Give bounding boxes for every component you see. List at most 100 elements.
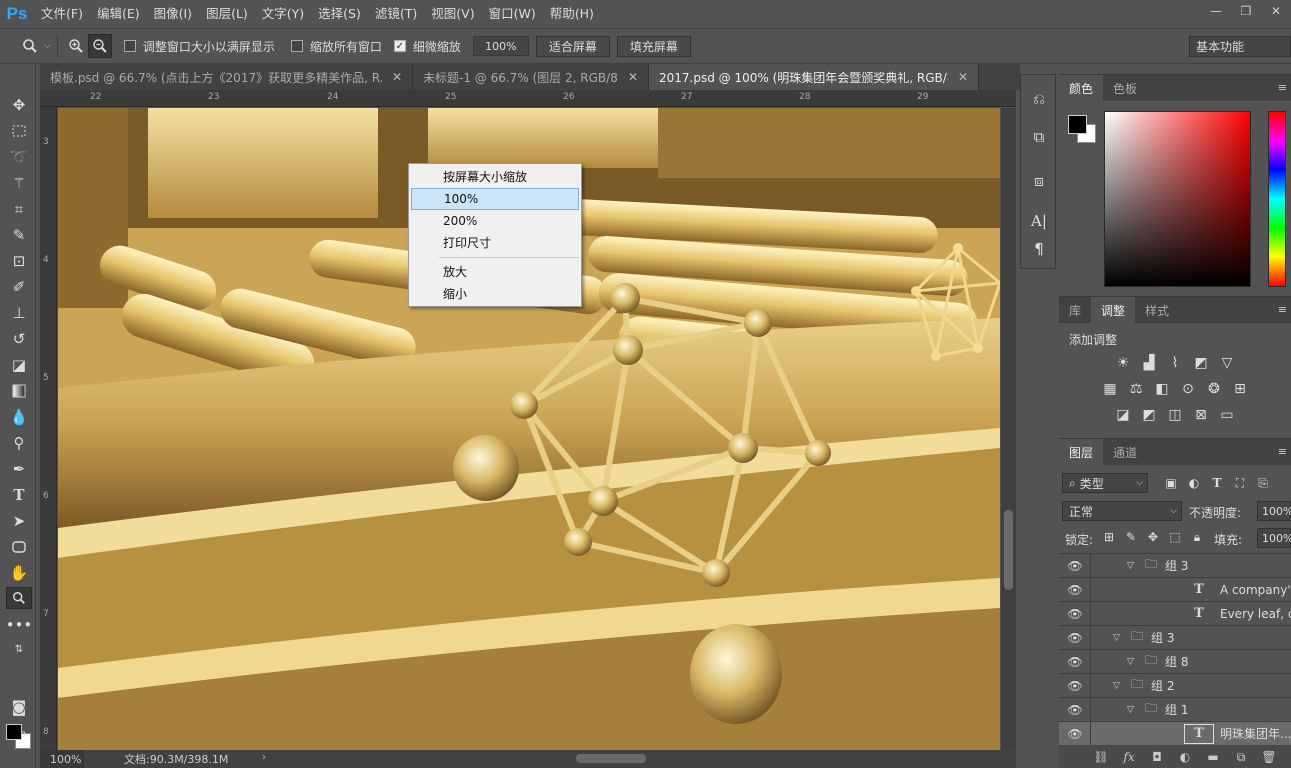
horizontal-scroll-thumb[interactable] — [576, 754, 646, 763]
fill-field[interactable]: 100% — [1257, 528, 1291, 548]
new-adjustment-icon[interactable]: ◐ — [1177, 749, 1193, 765]
zoom-all-windows-checkbox[interactable]: 缩放所有窗口 — [290, 38, 382, 55]
layer-row[interactable]: 👁︎ ▽ 🗀︎ 组 3 — [1059, 553, 1291, 578]
fit-screen-button[interactable]: 适合屏幕 — [535, 35, 610, 57]
posterize-icon[interactable]: ◩ — [1139, 405, 1159, 425]
layer-row[interactable]: 👁︎ T Every leaf, c... — [1059, 601, 1291, 626]
lock-transparent-icon[interactable]: ⊞ — [1101, 529, 1117, 545]
tab-channels[interactable]: 通道 — [1103, 439, 1147, 465]
panel-menu-icon[interactable]: ≡ — [1278, 303, 1287, 316]
group-expand-arrow-icon[interactable]: ▽ — [1113, 681, 1125, 691]
close-window-button[interactable]: ✕ — [1261, 0, 1291, 22]
layer-filter-select[interactable]: ⌕ 类型 ⌵ — [1062, 473, 1148, 493]
panel-foreground-swatch[interactable] — [1068, 115, 1087, 134]
preset-dropdown-arrow-icon[interactable]: ⌵ — [44, 41, 51, 51]
close-tab-icon[interactable]: ✕ — [628, 70, 638, 84]
visibility-eye-icon[interactable]: 👁︎ — [1067, 726, 1083, 742]
lock-artboard-icon[interactable]: ⬚ — [1167, 529, 1183, 545]
scrubby-zoom-checkbox[interactable]: ✓ 细微缩放 — [393, 38, 461, 55]
vertical-ruler[interactable]: 3 4 5 6 7 8 — [40, 107, 57, 750]
restore-button[interactable]: ❐ — [1231, 0, 1261, 22]
lock-all-icon[interactable]: 🔒︎ — [1189, 529, 1205, 545]
vibrance-icon[interactable]: ▽ — [1217, 353, 1237, 373]
type-tool-icon[interactable]: T — [6, 484, 32, 506]
lasso-tool-icon[interactable]: ➰ — [6, 146, 32, 168]
document-info[interactable]: 文档:90.3M/398.1M — [124, 751, 228, 767]
menu-edit[interactable]: 编辑(E) — [90, 0, 147, 28]
filter-adjustment-icon[interactable]: ◐ — [1186, 475, 1202, 491]
add-mask-icon[interactable]: ◘ — [1149, 749, 1165, 765]
menu-view[interactable]: 视图(V) — [424, 0, 481, 28]
color-lookup-icon[interactable]: ⊞ — [1230, 379, 1250, 399]
tab-libraries[interactable]: 库 — [1059, 297, 1091, 323]
dodge-tool-icon[interactable]: ⚲ — [6, 432, 32, 454]
minimize-button[interactable]: — — [1201, 0, 1231, 22]
menu-fit-on-screen[interactable]: 按屏幕大小缩放 — [411, 166, 579, 188]
blur-tool-icon[interactable]: 💧 — [6, 406, 32, 428]
black-white-icon[interactable]: ◧ — [1152, 379, 1172, 399]
filter-type-icon[interactable]: T — [1209, 475, 1225, 491]
new-layer-icon[interactable]: ⧉ — [1233, 749, 1249, 765]
close-tab-icon[interactable]: ✕ — [958, 70, 968, 84]
tab-swatches[interactable]: 色板 — [1103, 75, 1147, 101]
menu-filter[interactable]: 滤镜(T) — [368, 0, 424, 28]
properties-panel-icon[interactable]: ⧈ — [1029, 171, 1049, 191]
menu-file[interactable]: 文件(F) — [34, 0, 90, 28]
hue-slider[interactable] — [1268, 111, 1286, 287]
gradient-tool-icon[interactable] — [6, 380, 32, 402]
color-picker-field[interactable] — [1104, 111, 1251, 287]
tab-layers[interactable]: 图层 — [1059, 439, 1104, 465]
3d-panel-icon[interactable]: ⧉ — [1029, 127, 1049, 147]
lock-image-icon[interactable]: ✎ — [1123, 529, 1139, 545]
menu-select[interactable]: 选择(S) — [311, 0, 368, 28]
close-tab-icon[interactable]: ✕ — [392, 70, 402, 84]
tab-adjustments[interactable]: 调整 — [1091, 297, 1136, 323]
horizontal-ruler[interactable]: 22 23 24 25 26 27 28 29 — [40, 90, 1016, 107]
menu-window[interactable]: 窗口(W) — [482, 0, 543, 28]
quick-mask-icon[interactable]: ◙ — [6, 696, 32, 718]
exposure-icon[interactable]: ◩ — [1191, 353, 1211, 373]
visibility-eye-icon[interactable]: 👁︎ — [1067, 606, 1083, 622]
horizontal-scrollbar[interactable] — [320, 753, 1040, 764]
group-expand-arrow-icon[interactable]: ▽ — [1127, 657, 1139, 667]
zoom-out-icon[interactable] — [87, 34, 112, 58]
curves-icon[interactable]: ⌇ — [1165, 353, 1185, 373]
filter-shape-icon[interactable]: ⛶ — [1232, 475, 1248, 491]
tab-untitled[interactable]: 未标题-1 @ 66.7% (图层 2, RGB/8... ✕ — [413, 64, 649, 90]
brightness-contrast-icon[interactable]: ☀ — [1113, 353, 1133, 373]
zoom-tool-preset-icon[interactable] — [18, 34, 42, 58]
menu-zoom-100[interactable]: 100% — [411, 188, 579, 210]
group-expand-arrow-icon[interactable]: ▽ — [1127, 561, 1139, 571]
paragraph-panel-icon[interactable]: ¶ — [1029, 239, 1049, 259]
opacity-field[interactable]: 100% — [1257, 501, 1291, 521]
visibility-eye-icon[interactable]: 👁︎ — [1067, 582, 1083, 598]
menu-zoom-in[interactable]: 放大 — [411, 261, 579, 283]
scrubby-zoom-box[interactable]: ✓ — [393, 40, 406, 52]
zoom-in-icon[interactable] — [64, 34, 88, 58]
gradient-map-icon[interactable]: ▭ — [1217, 405, 1237, 425]
menu-layer[interactable]: 图层(L) — [199, 0, 255, 28]
status-arrow-icon[interactable]: › — [262, 752, 266, 763]
vertical-scrollbar[interactable] — [1001, 108, 1016, 750]
blend-mode-select[interactable]: 正常 ⌵ — [1062, 501, 1182, 521]
panel-menu-icon[interactable]: ≡ — [1278, 81, 1287, 94]
layer-row[interactable]: 👁︎ T A company's... — [1059, 577, 1291, 602]
shape-tool-icon[interactable] — [6, 536, 32, 558]
workspace-select[interactable]: 基本功能 — [1189, 36, 1291, 57]
lock-position-icon[interactable]: ✥ — [1145, 529, 1161, 545]
menu-zoom-out[interactable]: 缩小 — [411, 283, 579, 305]
visibility-eye-icon[interactable]: 👁︎ — [1067, 678, 1083, 694]
threshold-icon[interactable]: ◫ — [1165, 405, 1185, 425]
zoom-tool-icon[interactable] — [6, 587, 32, 609]
layer-row[interactable]: 👁︎ T 明珠集团年... — [1059, 721, 1291, 746]
panel-menu-icon[interactable]: ≡ — [1278, 445, 1287, 458]
selective-color-icon[interactable]: ⊠ — [1191, 405, 1211, 425]
visibility-eye-icon[interactable]: 👁︎ — [1067, 654, 1083, 670]
group-expand-arrow-icon[interactable]: ▽ — [1127, 705, 1139, 715]
healing-brush-tool-icon[interactable]: ⊡ — [6, 250, 32, 272]
vertical-scroll-thumb[interactable] — [1004, 510, 1013, 590]
eyedropper-tool-icon[interactable]: ✎ — [6, 224, 32, 246]
zoom-value-field[interactable]: 100% — [472, 36, 529, 56]
hue-saturation-icon[interactable]: ▦ — [1100, 379, 1120, 399]
group-expand-arrow-icon[interactable]: ▽ — [1113, 633, 1125, 643]
